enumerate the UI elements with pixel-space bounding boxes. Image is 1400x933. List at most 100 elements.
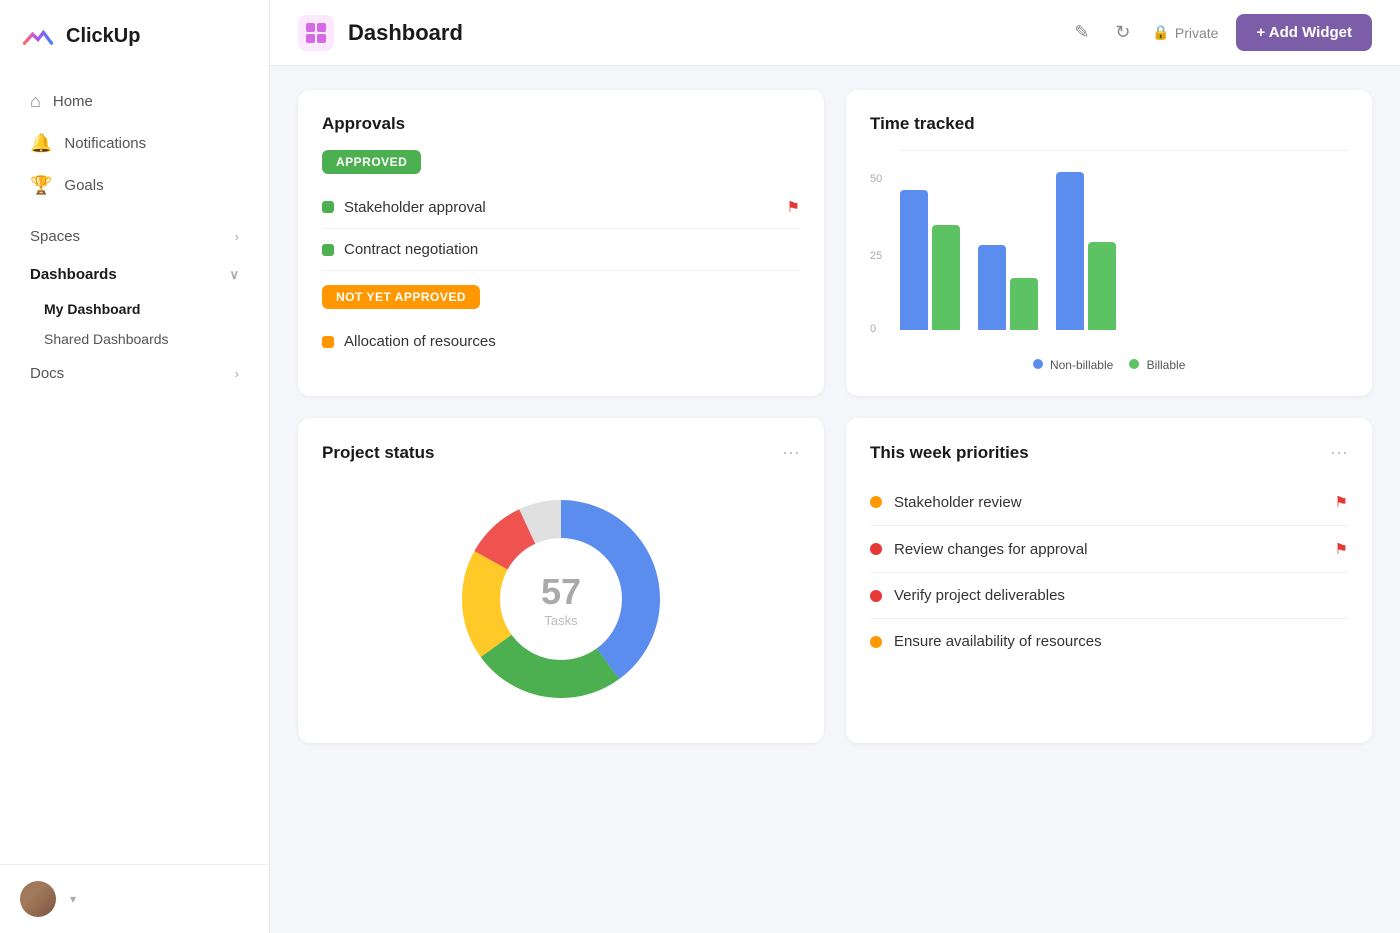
legend-green-dot [1129, 359, 1139, 369]
clickup-logo-icon [20, 18, 56, 54]
approval-item-allocation[interactable]: Allocation of resources [322, 321, 800, 362]
bar-billable-1 [932, 225, 960, 330]
priority-item-1[interactable]: Stakeholder review ⚑ [870, 479, 1348, 526]
bar-billable-2 [1010, 278, 1038, 330]
priority-item-1-label: Stakeholder review [894, 494, 1022, 511]
bar-chart: 50 25 0 [870, 150, 1348, 350]
bar-nonbillable-2 [978, 245, 1006, 330]
grid-line-top [900, 150, 1348, 151]
project-status-title: Project status [322, 443, 434, 463]
time-tracked-card: Time tracked 50 25 0 [846, 90, 1372, 396]
sidebar-item-home[interactable]: ⌂ Home [8, 81, 261, 122]
dashboard-content: Approvals APPROVED Stakeholder approval … [270, 66, 1400, 933]
header-actions: ✎ ↻ 🔒 Private + Add Widget [1070, 14, 1372, 51]
project-status-header: Project status ··· [322, 442, 800, 463]
sidebar-subitem-shared-dashboards[interactable]: Shared Dashboards [0, 324, 269, 354]
trophy-icon: 🏆 [30, 175, 52, 196]
home-icon: ⌂ [30, 91, 41, 112]
priority-item-4-label: Ensure availability of resources [894, 633, 1102, 650]
green-dot [322, 201, 334, 213]
priority-item-4[interactable]: Ensure availability of resources [870, 619, 1348, 664]
logo-text: ClickUp [66, 25, 140, 48]
sidebar-item-goals-label: Goals [64, 177, 103, 194]
dashboard-icon [298, 15, 334, 51]
bar-billable-3 [1088, 242, 1116, 330]
header-title: Dashboard [348, 20, 463, 46]
sidebar-item-spaces-label: Spaces [30, 228, 80, 245]
time-tracked-title: Time tracked [870, 114, 1348, 134]
priorities-menu[interactable]: ··· [1330, 442, 1348, 463]
sidebar-item-notifications[interactable]: 🔔 Notifications [8, 123, 261, 164]
donut-label: Tasks [544, 613, 577, 628]
dashboard-grid: Approvals APPROVED Stakeholder approval … [298, 90, 1372, 743]
not-approved-badge: NOT YET APPROVED [322, 285, 480, 309]
legend-billable: Billable [1129, 358, 1185, 372]
project-status-menu[interactable]: ··· [782, 442, 800, 463]
sidebar-item-dashboards[interactable]: Dashboards ∨ [8, 256, 261, 293]
sidebar-item-docs-label: Docs [30, 365, 64, 382]
sidebar-item-goals[interactable]: 🏆 Goals [8, 165, 261, 206]
logo[interactable]: ClickUp [0, 0, 269, 72]
legend-blue-dot [1033, 359, 1043, 369]
sidebar-subitem-my-dashboard[interactable]: My Dashboard [0, 294, 269, 324]
project-status-card: Project status ··· [298, 418, 824, 743]
priority-flag-1: ⚑ [1335, 493, 1348, 511]
approval-item-contract[interactable]: Contract negotiation [322, 229, 800, 271]
chart-legend: Non-billable Billable [870, 358, 1348, 372]
y-label-0: 0 [870, 323, 876, 335]
y-label-25: 25 [870, 250, 882, 262]
priorities-title: This week priorities [870, 443, 1029, 463]
avatar-image [20, 881, 56, 917]
donut-container: 57 Tasks [441, 479, 681, 719]
approval-item-contract-label: Contract negotiation [344, 241, 478, 258]
sidebar-subitem-my-dashboard-label: My Dashboard [44, 301, 140, 317]
avatar-chevron-icon[interactable]: ▾ [70, 892, 76, 906]
priority-dot-orange-2 [870, 636, 882, 648]
sidebar-item-home-label: Home [53, 93, 93, 110]
sidebar-item-dashboards-label: Dashboards [30, 266, 117, 283]
green-dot-2 [322, 244, 334, 256]
approval-item-stakeholder[interactable]: Stakeholder approval ⚑ [322, 186, 800, 229]
bar-group-3 [1056, 172, 1116, 330]
user-avatar[interactable] [20, 881, 56, 917]
sidebar-nav: ⌂ Home 🔔 Notifications 🏆 Goals Spaces › … [0, 72, 269, 864]
sidebar-item-docs[interactable]: Docs › [8, 355, 261, 392]
chevron-down-icon: ∨ [229, 267, 239, 283]
priority-item-2[interactable]: Review changes for approval ⚑ [870, 526, 1348, 573]
legend-billable-label: Billable [1147, 358, 1186, 372]
edit-icon[interactable]: ✎ [1070, 18, 1093, 47]
main-content: Dashboard ✎ ↻ 🔒 Private + Add Widget App… [270, 0, 1400, 933]
donut-center: 57 Tasks [541, 571, 581, 628]
sidebar-item-notifications-label: Notifications [64, 135, 146, 152]
priorities-card: This week priorities ··· Stakeholder rev… [846, 418, 1372, 743]
orange-dot [322, 336, 334, 348]
donut-number: 57 [541, 571, 581, 613]
approval-item-allocation-label: Allocation of resources [344, 333, 496, 350]
approval-item-stakeholder-label: Stakeholder approval [344, 199, 486, 216]
bar-group-2 [978, 245, 1038, 330]
legend-nonbillable: Non-billable [1033, 358, 1114, 372]
y-label-50: 50 [870, 173, 882, 185]
priority-dot-red-2 [870, 590, 882, 602]
sidebar-footer: ▾ [0, 864, 269, 933]
priority-dot-red-1 [870, 543, 882, 555]
legend-nonbillable-label: Non-billable [1050, 358, 1113, 372]
approvals-card: Approvals APPROVED Stakeholder approval … [298, 90, 824, 396]
grid-icon [305, 22, 327, 44]
header: Dashboard ✎ ↻ 🔒 Private + Add Widget [270, 0, 1400, 66]
priority-item-3[interactable]: Verify project deliverables [870, 573, 1348, 619]
sidebar-item-spaces[interactable]: Spaces › [8, 218, 261, 255]
donut-wrapper: 57 Tasks [322, 479, 800, 719]
add-widget-button[interactable]: + Add Widget [1236, 14, 1372, 51]
approved-badge: APPROVED [322, 150, 421, 174]
priority-dot-orange-1 [870, 496, 882, 508]
private-text: Private [1175, 25, 1219, 41]
refresh-icon[interactable]: ↻ [1111, 18, 1134, 47]
bell-icon: 🔔 [30, 133, 52, 154]
approvals-title: Approvals [322, 114, 800, 134]
priority-item-2-label: Review changes for approval [894, 541, 1087, 558]
bar-nonbillable-1 [900, 190, 928, 330]
priority-item-3-label: Verify project deliverables [894, 587, 1065, 604]
priority-flag-2: ⚑ [1335, 540, 1348, 558]
sidebar: ClickUp ⌂ Home 🔔 Notifications 🏆 Goals S… [0, 0, 270, 933]
